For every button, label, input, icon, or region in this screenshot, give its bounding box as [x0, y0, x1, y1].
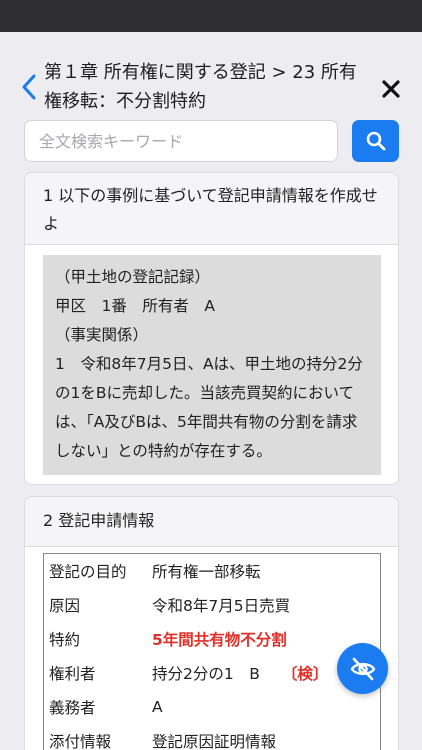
row-label: 特約	[49, 631, 81, 649]
search-icon	[366, 131, 385, 151]
hide-answer-button[interactable]	[337, 643, 388, 694]
table-row: 義務者 A	[44, 690, 380, 724]
close-button[interactable]	[378, 76, 404, 102]
fact-line: 甲区 1番 所有者 A	[55, 297, 215, 315]
row-value: 令和8年7月5日売買	[152, 597, 291, 615]
question-heading: 1 以下の事例に基づいて登記申請情報を作成せよ	[25, 173, 398, 245]
search-button[interactable]	[352, 120, 399, 162]
eye-slash-icon	[350, 657, 375, 680]
search-field[interactable]	[24, 120, 338, 162]
table-row: 登記の目的 所有権一部移転	[44, 554, 380, 588]
table-row: 原因 令和8年7月5日売買	[44, 588, 380, 622]
search-input[interactable]	[25, 121, 337, 161]
back-button[interactable]	[14, 72, 44, 102]
close-icon	[382, 80, 400, 98]
row-value: 登記原因証明情報	[152, 733, 277, 750]
row-label: 登記の目的	[49, 563, 127, 581]
row-value: 所有権一部移転	[152, 563, 261, 581]
check-tag: 〔検〕	[281, 665, 329, 683]
page-title: 第１章 所有権に関する登記 > 23 所有権移転：不分割特約	[44, 62, 357, 112]
header: 第１章 所有権に関する登記 > 23 所有権移転：不分割特約	[0, 48, 422, 118]
fact-line: 1 令和8年7月5日、Aは、甲土地の持分2分の1をBに売却した。当該売買契約にお…	[55, 355, 363, 460]
answer-heading: 2 登記申請情報	[25, 497, 398, 547]
row-label: 原因	[49, 597, 81, 615]
fact-line: （事実関係）	[55, 326, 149, 344]
row-label: 義務者	[49, 699, 96, 717]
fact-line: （甲土地の登記記録）	[55, 268, 211, 286]
chevron-left-icon	[22, 74, 36, 100]
answer-card: 2 登記申請情報 登記の目的 所有権一部移転 原因 令和8年7月5日売買 特約 …	[24, 496, 399, 750]
status-bar	[0, 0, 422, 32]
row-label: 添付情報	[49, 733, 112, 750]
fact-box: （甲土地の登記記録） 甲区 1番 所有者 A （事実関係） 1 令和8年7月5日…	[43, 255, 381, 475]
row-label: 権利者	[49, 665, 96, 683]
row-value-highlight: 5年間共有物不分割	[152, 631, 287, 649]
row-value-text: 持分2分の1 B	[152, 665, 260, 683]
table-row: 権利者 持分2分の1 B 〔検〕	[44, 656, 380, 690]
application-table: 登記の目的 所有権一部移転 原因 令和8年7月5日売買 特約 5年間共有物不分割…	[43, 553, 381, 750]
table-row: 添付情報 登記原因証明情報	[44, 724, 380, 750]
table-row: 特約 5年間共有物不分割	[44, 622, 380, 656]
question-card: 1 以下の事例に基づいて登記申請情報を作成せよ （甲土地の登記記録） 甲区 1番…	[24, 172, 399, 485]
row-value: A	[152, 698, 163, 716]
